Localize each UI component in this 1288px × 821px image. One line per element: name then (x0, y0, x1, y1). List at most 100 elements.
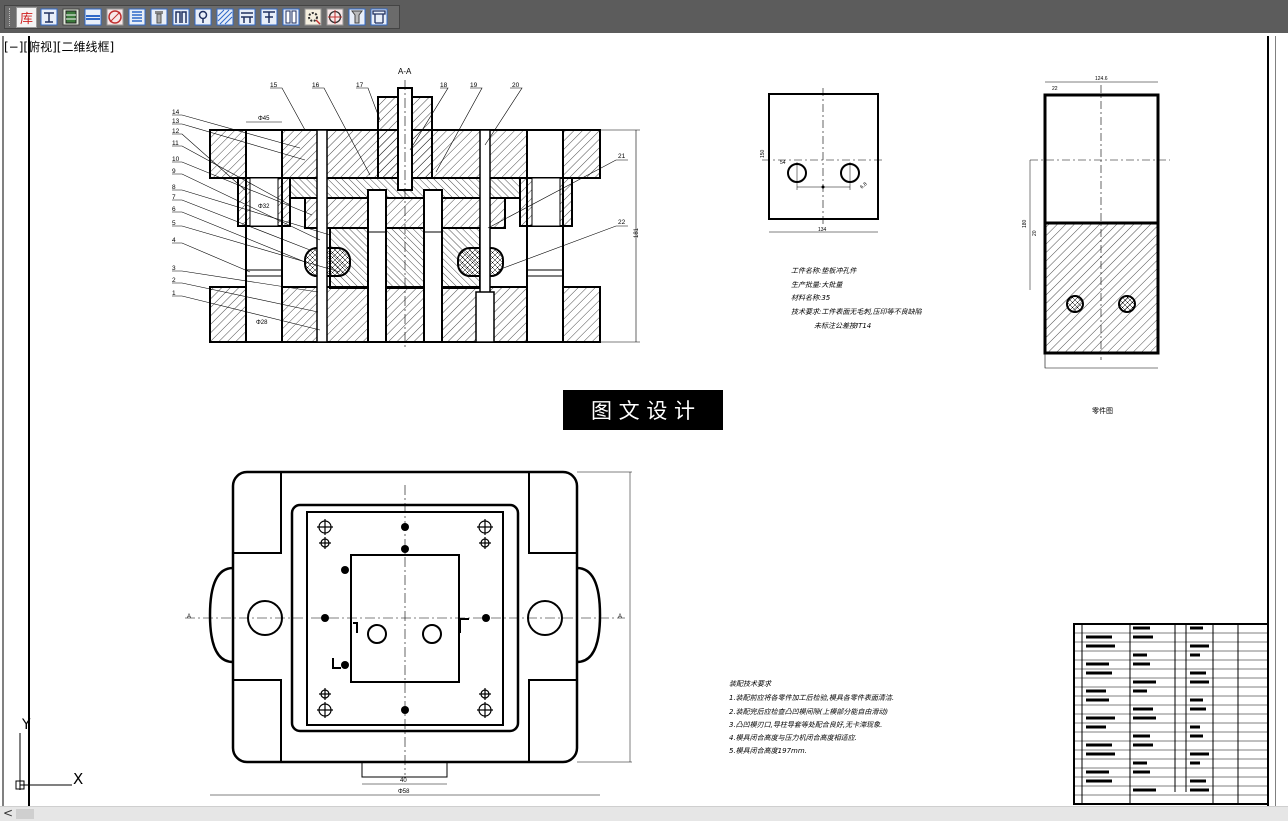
bolt-button[interactable] (148, 7, 169, 28)
gear-dimension-icon (304, 8, 321, 26)
section-view-aa: A-A 181 Φ45 Φ32 Φ28 (209, 67, 640, 350)
dim-part-width: 134 (818, 227, 827, 233)
title-block-cell-text (1133, 743, 1153, 747)
tee-icon (260, 8, 277, 26)
title-block-cell-text (1133, 788, 1156, 792)
toolbar-strip: 库 (4, 5, 400, 29)
part-number-8: 8 (172, 184, 176, 191)
part-number-16: 16 (312, 82, 320, 89)
title-block-cell-text (1190, 698, 1203, 702)
horizontal-scrollbar[interactable]: < (0, 806, 1288, 821)
title-block-cell-text (1190, 671, 1206, 675)
part-number-13: 13 (172, 118, 180, 125)
tee-button[interactable] (258, 7, 279, 28)
tech-req-1: 1.装配前应将各零件加工后检验,模具各零件表面清洁. (729, 694, 894, 702)
dim-plan-height: 180 (1022, 219, 1028, 228)
part-number-17: 17 (356, 82, 364, 89)
title-block-cell-text (1133, 770, 1150, 774)
part-info: 工件名称:垫板冲孔件 生产批量:大批量 材料名称:35 技术要求:工件表面无毛刺… (791, 267, 923, 330)
title-block-cell-text (1133, 662, 1150, 666)
part-info-line-5: 未标注公差按IT14 (814, 322, 871, 330)
part-number-20: 20 (512, 82, 520, 89)
title-block-cell-text (1086, 752, 1115, 756)
block-button[interactable] (60, 7, 81, 28)
thread-button[interactable] (126, 7, 147, 28)
ucs-x-label: X (73, 770, 83, 788)
scrollbar-thumb[interactable] (16, 809, 34, 819)
view-front-icon (40, 8, 57, 26)
title-block-cell-text (1190, 626, 1203, 630)
title-block-cell-text (1133, 707, 1153, 711)
toolbar-grip[interactable] (9, 8, 13, 26)
hatch-line-button[interactable] (82, 7, 103, 28)
dim-height: 181 (634, 227, 640, 238)
title-block-cell-text (1086, 698, 1109, 702)
dim-bottom-width: 40 (400, 778, 407, 784)
dim-hole-spacing: 54 (780, 160, 786, 166)
tech-requirements: 装配技术要求 1.装配前应将各零件加工后检验,模具各零件表面清洁. 2.装配完后… (729, 680, 894, 755)
scroll-left-icon[interactable]: < (3, 806, 13, 820)
block-icon (62, 8, 79, 26)
watermark: 图 文 设 计 (563, 390, 723, 430)
circle-cross-button[interactable] (104, 7, 125, 28)
part-number-4: 4 (172, 237, 176, 244)
part-number-22: 22 (618, 219, 626, 226)
bracket-icon (172, 8, 189, 26)
title-block-cell-text (1190, 734, 1203, 738)
watermark-text: 图 文 设 计 (591, 399, 695, 423)
hatch-line-icon (84, 8, 101, 26)
title-block-cell-text (1190, 761, 1200, 765)
title-block-cell-text (1190, 707, 1206, 711)
section-mark-left: A (187, 614, 191, 620)
part-number-2: 2 (172, 277, 176, 284)
title-block-cell-text (1190, 725, 1200, 729)
tech-req-5: 5.模具闭合高度197mm. (729, 747, 807, 755)
workpiece-side-view: 124.6 180 20 22 零件图 (1022, 76, 1170, 415)
view-front-button[interactable] (38, 7, 59, 28)
bolt-icon (150, 8, 167, 26)
section-title: A-A (398, 67, 412, 76)
title-block-cell-text (1086, 716, 1115, 720)
part-number-6: 6 (172, 206, 176, 213)
part-number-11: 11 (172, 140, 179, 147)
gear-dimension-button[interactable] (302, 7, 323, 28)
dim-top-width: Φ45 (258, 116, 270, 122)
diagonal-hatch-button[interactable] (214, 7, 235, 28)
part-number-15: 15 (270, 82, 278, 89)
title-block-cell-text (1133, 626, 1150, 630)
title-block-cell-text (1190, 779, 1206, 783)
drawing-canvas[interactable]: A-A 181 Φ45 Φ32 Φ28 15 16 17 18 19 20 14… (0, 33, 1288, 806)
screw-button[interactable] (346, 7, 367, 28)
title-block-cell-text (1086, 662, 1109, 666)
title-block-cell-text (1190, 680, 1209, 684)
dim-part-height: 150 (760, 149, 766, 158)
tech-req-3: 3.凸凹模刃口,导柱导套等处配合良好,无卡滞现象. (729, 721, 882, 729)
tech-req-title: 装配技术要求 (729, 680, 772, 688)
title-block-cell-text (1133, 689, 1147, 693)
title-block-cell-text (1086, 689, 1106, 693)
part-info-line-4: 技术要求:工件表面无毛刺,压印等不良缺陷 (791, 308, 923, 316)
ucs-y-label: Y (21, 717, 31, 733)
dim-bottom-dia: Φ28 (256, 320, 268, 326)
pin-button[interactable] (192, 7, 213, 28)
library-icon: 库 (19, 11, 33, 27)
double-column-button[interactable] (280, 7, 301, 28)
title-block-cell-text (1190, 752, 1209, 756)
title-block-cell-text (1133, 635, 1153, 639)
part-number-7: 7 (172, 194, 176, 201)
library-button[interactable]: 库 (16, 6, 37, 28)
part-info-line-2: 生产批量:大批量 (791, 281, 843, 289)
section-icon (238, 8, 255, 26)
section-button[interactable] (236, 7, 257, 28)
part-number-19: 19 (470, 82, 478, 89)
title-block-cell-text (1133, 680, 1156, 684)
frame-button[interactable] (368, 7, 389, 28)
title-block-cell-text (1086, 743, 1112, 747)
title-block-cell-text (1190, 653, 1200, 657)
bracket-button[interactable] (170, 7, 191, 28)
pin-icon (194, 8, 211, 26)
target-icon (326, 8, 343, 26)
part-info-line-1: 工件名称:垫板冲孔件 (791, 267, 857, 275)
ucs-icon: Y X (15, 717, 83, 790)
target-button[interactable] (324, 7, 345, 28)
